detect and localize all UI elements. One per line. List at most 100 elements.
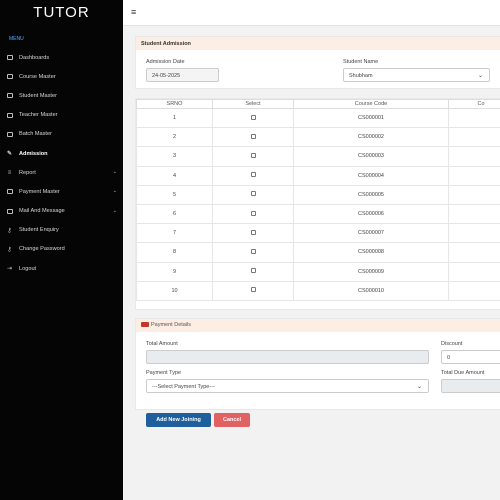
course-code-cell: CS000007 [293, 223, 449, 244]
sidebar-item-batch-master[interactable]: Batch Master [0, 125, 123, 144]
discount-field[interactable]: 0 [441, 350, 500, 364]
sidebar-item-payment-master[interactable]: Payment Master ⌄ [0, 182, 123, 201]
table-row: 8 CS000008A [136, 242, 500, 263]
row-select-checkbox[interactable] [250, 191, 256, 197]
sidebar-item-teacher-master[interactable]: Teacher Master [0, 106, 123, 125]
col-header-select: Select [212, 99, 294, 109]
discount-label: Discount [441, 341, 463, 347]
sidebar-icon [6, 73, 13, 80]
sidebar-icon [6, 54, 13, 61]
course-name-cell [448, 203, 500, 225]
sidebar-icon: ⚷ [7, 227, 12, 234]
course-table: SRNO Select Course Code Co 1 CS000001 2 CS0… [136, 99, 500, 301]
top-bar: ≡ [123, 0, 500, 26]
col-header-course: Co [448, 99, 500, 109]
row-select-checkbox[interactable] [250, 248, 256, 254]
chevron-down-icon: ⌄ [112, 207, 117, 214]
sidebar-item-label: Batch Master [19, 131, 52, 138]
payment-details-header: Payment Details [136, 319, 500, 332]
payment-details-card: Payment Details Total Amount Discount 0 … [135, 318, 500, 410]
chevron-down-icon: ⌄ [477, 73, 483, 79]
table-row: 4 CS000004A [136, 165, 500, 186]
srno-cell: 10 [136, 280, 213, 301]
student-admission-title: Student Admission [136, 37, 500, 50]
row-select-checkbox[interactable] [250, 229, 256, 235]
sidebar-icon: ⚷ [7, 246, 12, 253]
course-code-cell: CS000005 [293, 184, 449, 205]
total-amount-label: Total Amount [146, 341, 178, 347]
sidebar-item-label: Logout [19, 265, 37, 272]
sidebar-item-label: Student Enquiry [19, 227, 59, 234]
col-header-srno: SRNO [136, 99, 213, 109]
main-content: Student Admission Admission Date 24-05-2… [123, 26, 500, 500]
sidebar-icon: ✎ [6, 151, 13, 158]
student-admission-card: Student Admission Admission Date 24-05-2… [135, 36, 500, 89]
srno-cell: 2 [136, 127, 213, 148]
course-name-cell [448, 280, 500, 301]
course-code-cell: CS000006 [293, 203, 449, 225]
select-cell [212, 242, 294, 263]
sidebar-item-student-master[interactable]: Student Master [0, 86, 123, 105]
student-name-select[interactable]: Shubham ⌄ [343, 68, 490, 82]
sidebar-item-label: Dashboards [19, 54, 50, 61]
srno-cell: 1 [136, 107, 213, 129]
sidebar-item-course-master[interactable]: Course Master [0, 67, 123, 86]
srno-cell: 9 [136, 261, 213, 282]
sidebar-icon [6, 92, 13, 99]
srno-cell: 5 [136, 184, 213, 205]
course-name-cell: A [448, 242, 500, 263]
sidebar-item-label: Mail And Message [19, 208, 65, 215]
sidebar-icon [6, 188, 13, 195]
admission-date-field[interactable]: 24-05-2025 [146, 68, 219, 82]
srno-cell: 8 [136, 242, 213, 263]
total-due-field[interactable] [441, 379, 500, 393]
sidebar-item-admission[interactable]: ✎ Admission [0, 144, 123, 163]
sidebar-item-label: Change Password [19, 246, 65, 253]
row-select-checkbox[interactable] [250, 268, 256, 274]
select-cell [212, 261, 294, 282]
sidebar-item-report[interactable]: ≡ Report ⌄ [0, 163, 123, 182]
course-name-cell [448, 184, 500, 205]
course-code-cell: CS000003 [293, 146, 449, 167]
row-select-checkbox[interactable] [250, 287, 256, 293]
sidebar-icon [6, 208, 13, 215]
hamburger-menu-icon[interactable]: ≡ [131, 7, 136, 17]
table-row: 7 CS000007 [136, 223, 500, 244]
select-cell [212, 184, 294, 205]
row-select-checkbox[interactable] [250, 152, 256, 158]
sidebar-item-mail-and-message[interactable]: Mail And Message ⌄ [0, 202, 123, 221]
row-select-checkbox[interactable] [250, 210, 256, 216]
course-name-cell: AS [448, 127, 500, 148]
wallet-icon [141, 322, 149, 327]
course-code-cell: CS000004 [293, 165, 449, 186]
course-name-cell: A [448, 165, 500, 186]
table-row: 1 CS000001 [136, 107, 500, 129]
row-select-checkbox[interactable] [250, 172, 256, 178]
sidebar-item-dashboards[interactable]: Dashboards [0, 48, 123, 67]
row-select-checkbox[interactable] [250, 114, 256, 120]
app-logo[interactable]: TUTOR [0, 0, 123, 26]
payment-details-title: Payment Details [151, 322, 192, 328]
row-select-checkbox[interactable] [250, 133, 256, 139]
student-name-value: Shubham [349, 73, 373, 79]
table-row: 5 CS000005 [136, 184, 500, 205]
sidebar-item-change-password[interactable]: ⚷ Change Password [0, 240, 123, 259]
course-name-cell [448, 223, 500, 244]
sidebar-item-logout[interactable]: ⇥ Logout [0, 259, 123, 278]
sidebar-item-student-enquiry[interactable]: ⚷ Student Enquiry [0, 221, 123, 240]
chevron-down-icon: ⌄ [112, 188, 117, 195]
select-cell [212, 127, 294, 148]
table-row: 6 CS000006 [136, 203, 500, 225]
course-name-cell [448, 146, 500, 167]
cancel-button[interactable]: Cancel [214, 413, 250, 427]
add-new-joining-button[interactable]: Add New Joining [146, 413, 211, 427]
course-code-cell: CS000008 [293, 242, 449, 263]
select-cell [212, 107, 294, 129]
sidebar-icon [6, 131, 13, 138]
select-cell [212, 223, 294, 244]
table-row: 9 CS000009 [136, 261, 500, 282]
payment-type-select[interactable]: ---Select Payment Type--- ⌄ [146, 379, 429, 393]
total-amount-field[interactable] [146, 350, 429, 364]
sidebar-item-label: Report [19, 169, 36, 176]
student-name-label: Student Name [343, 59, 379, 65]
